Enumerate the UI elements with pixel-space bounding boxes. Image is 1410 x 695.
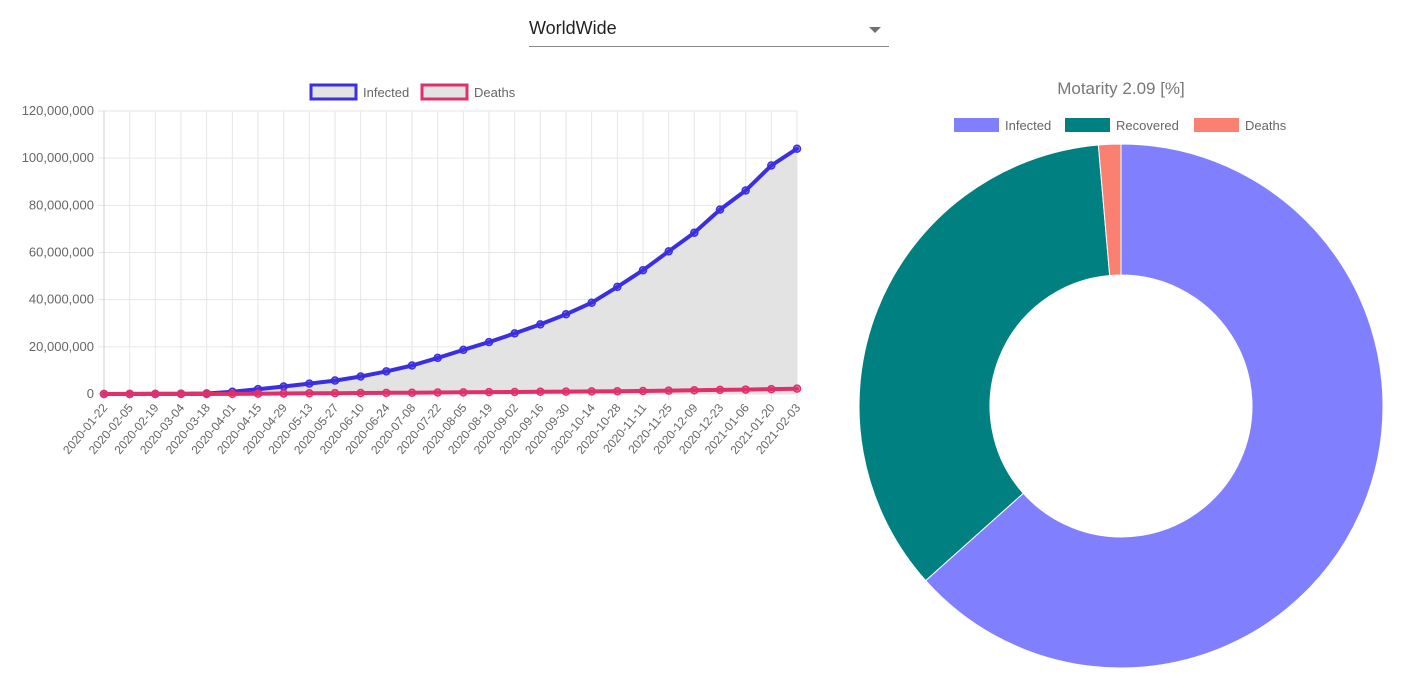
donut-chart: Motarity 2.09 [%] Infected Recovered Deaths	[858, 79, 1384, 669]
legend-swatch-deaths	[1194, 118, 1239, 132]
legend-label-recovered: Recovered	[1116, 118, 1179, 133]
legend-label-infected: Infected	[1005, 118, 1051, 133]
legend-swatch-recovered	[1065, 118, 1110, 132]
donut-title: Motarity 2.09 [%]	[1057, 79, 1185, 98]
legend-label-deaths: Deaths	[1245, 118, 1287, 133]
legend-swatch-infected	[954, 118, 999, 132]
donut-slice-recovered	[858, 144, 1111, 582]
